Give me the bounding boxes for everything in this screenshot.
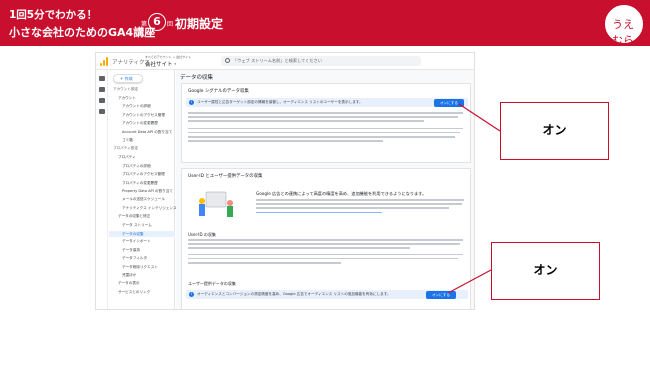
google-signals-notice: i ユーザー属性と広告ターゲット設定の情報を保管し、オーディエンス リストのユー…	[186, 98, 468, 107]
nav-item[interactable]: アナリティクス インテリジェンス	[122, 206, 177, 211]
nav-item[interactable]: プロパティの詳細	[122, 164, 151, 169]
people-illustration	[199, 191, 233, 217]
nav-item[interactable]: プロパティのアクセス管理	[122, 172, 165, 177]
callout-on-google-signals: オン	[500, 102, 609, 160]
nav-item[interactable]: データフィルタ	[122, 256, 147, 261]
episode-prefix: 第	[141, 21, 148, 28]
user-provided-data-on-button[interactable]: オンにする	[426, 290, 456, 299]
nav-item[interactable]: データ削除リクエスト	[122, 265, 158, 270]
home-icon[interactable]	[99, 76, 105, 81]
user-id-collection-description	[188, 239, 466, 266]
analytics-logo-icon	[100, 57, 108, 66]
nav-item[interactable]: データの表示	[118, 281, 140, 286]
header-banner: 1回5分でわかる！ 小さな会社のためのGA4講座 第 6 回 初期設定 うえむら	[0, 0, 650, 47]
nav-item[interactable]: アカウント	[118, 96, 136, 101]
admin-nav: + 作成 アカウント設定 アカウントアカウントの詳細アカウントのアクセス管理 アカウ…	[109, 70, 177, 309]
account-breadcrumb[interactable]: すべてのアカウント > 会社サイト	[145, 55, 191, 59]
nav-item[interactable]: データインポート	[122, 239, 151, 244]
nav-item[interactable]: プロパティの変更履歴	[122, 181, 158, 186]
nav-item-active[interactable]: データの収集	[109, 231, 175, 237]
callout-label: オン	[533, 263, 558, 277]
page-title: データの収集	[180, 75, 214, 81]
nav-item[interactable]: ゴミ箱	[122, 138, 133, 143]
nav-item[interactable]: アカウントの変更履歴	[122, 121, 158, 126]
google-signals-description	[188, 112, 466, 144]
search-placeholder: 「ウェブ ストリーム名前」と検索してください	[233, 58, 322, 63]
callout-on-user-provided-data: オン	[491, 242, 600, 300]
nav-item[interactable]: Account Data API の割り当て	[122, 130, 172, 135]
nav-section-heading: プロパティ設定	[113, 146, 138, 151]
user-provided-data-notice-text: オーディエンスとコンバージョンの測定精度を高め、Google 広告でオーディエン…	[197, 292, 391, 296]
nav-item[interactable]: メールの送信スケジュール	[122, 197, 165, 202]
google-signals-on-button[interactable]: オンにする	[434, 98, 464, 107]
nav-item[interactable]: プロパティ	[118, 155, 136, 160]
nav-item[interactable]: データの収集と修正	[118, 214, 150, 219]
episode-number: 6	[148, 13, 166, 31]
episode-suffix: 回	[167, 21, 174, 28]
episode-title: 初期設定	[175, 17, 224, 31]
google-signals-notice-text: ユーザー属性と広告ターゲット設定の情報を保管し、オーディエンス リストのユーザー…	[197, 100, 363, 104]
nav-item[interactable]: データ保持	[122, 248, 140, 253]
top-bar: アナリティクス すべてのアカウント > 会社サイト 会社サイト・ 「ウェブ スト…	[96, 53, 474, 70]
nav-section-heading: アカウント設定	[113, 87, 139, 91]
nav-item[interactable]: アカウントの詳細	[122, 104, 151, 109]
advertising-icon[interactable]	[99, 109, 105, 114]
nav-item[interactable]: アカウントのアクセス管理	[122, 113, 165, 118]
user-id-card: User-ID とユーザー提供データの収集 Google 広告との連携によって高…	[181, 168, 471, 309]
user-id-promo-description	[256, 199, 466, 216]
left-rail	[96, 70, 108, 309]
explore-icon[interactable]	[99, 98, 105, 103]
user-id-promo: Google 広告との連携によって高度の精度を高め、追加機能を利用できるようにな…	[256, 191, 427, 196]
google-signals-card: Google シグナルのデータ収集 i ユーザー属性と広告ターゲット設定の情報を…	[181, 83, 471, 163]
nav-item[interactable]: Property Data API の割り当て	[122, 189, 173, 194]
info-icon: i	[189, 292, 194, 297]
info-icon: i	[189, 100, 194, 105]
google-signals-heading: Google シグナルのデータ収集	[188, 89, 249, 94]
search-input[interactable]: 「ウェブ ストリーム名前」と検索してください	[221, 56, 421, 66]
banner-tagline: 1回5分でわかる！	[9, 9, 98, 21]
main-content: データの収集 Google シグナルのデータ収集 i ユーザー属性と広告ターゲッ…	[176, 70, 474, 309]
nav-item[interactable]: データ ストリーム	[122, 223, 152, 228]
banner-course-title: 小さな会社のためのGA4講座	[9, 26, 156, 39]
account-selector[interactable]: 会社サイト・	[145, 60, 178, 68]
reports-icon[interactable]	[99, 87, 105, 92]
callout-label: オン	[542, 123, 567, 137]
user-id-collection-heading: User-ID の収集	[188, 232, 216, 237]
brand-logo-text: うえむら	[612, 18, 634, 47]
search-icon	[225, 58, 230, 63]
ga4-admin-screen: アナリティクス すべてのアカウント > 会社サイト 会社サイト・ 「ウェブ スト…	[95, 52, 475, 310]
nav-item[interactable]: 児童ほか	[122, 273, 136, 278]
user-id-heading: User-ID とユーザー提供データの収集	[188, 174, 263, 179]
create-button[interactable]: + 作成	[113, 74, 143, 83]
user-provided-data-heading: ユーザー提供データの収集	[188, 281, 236, 286]
brand-logo: うえむら	[604, 4, 644, 47]
nav-item[interactable]: サービスとのリンク	[118, 290, 150, 295]
